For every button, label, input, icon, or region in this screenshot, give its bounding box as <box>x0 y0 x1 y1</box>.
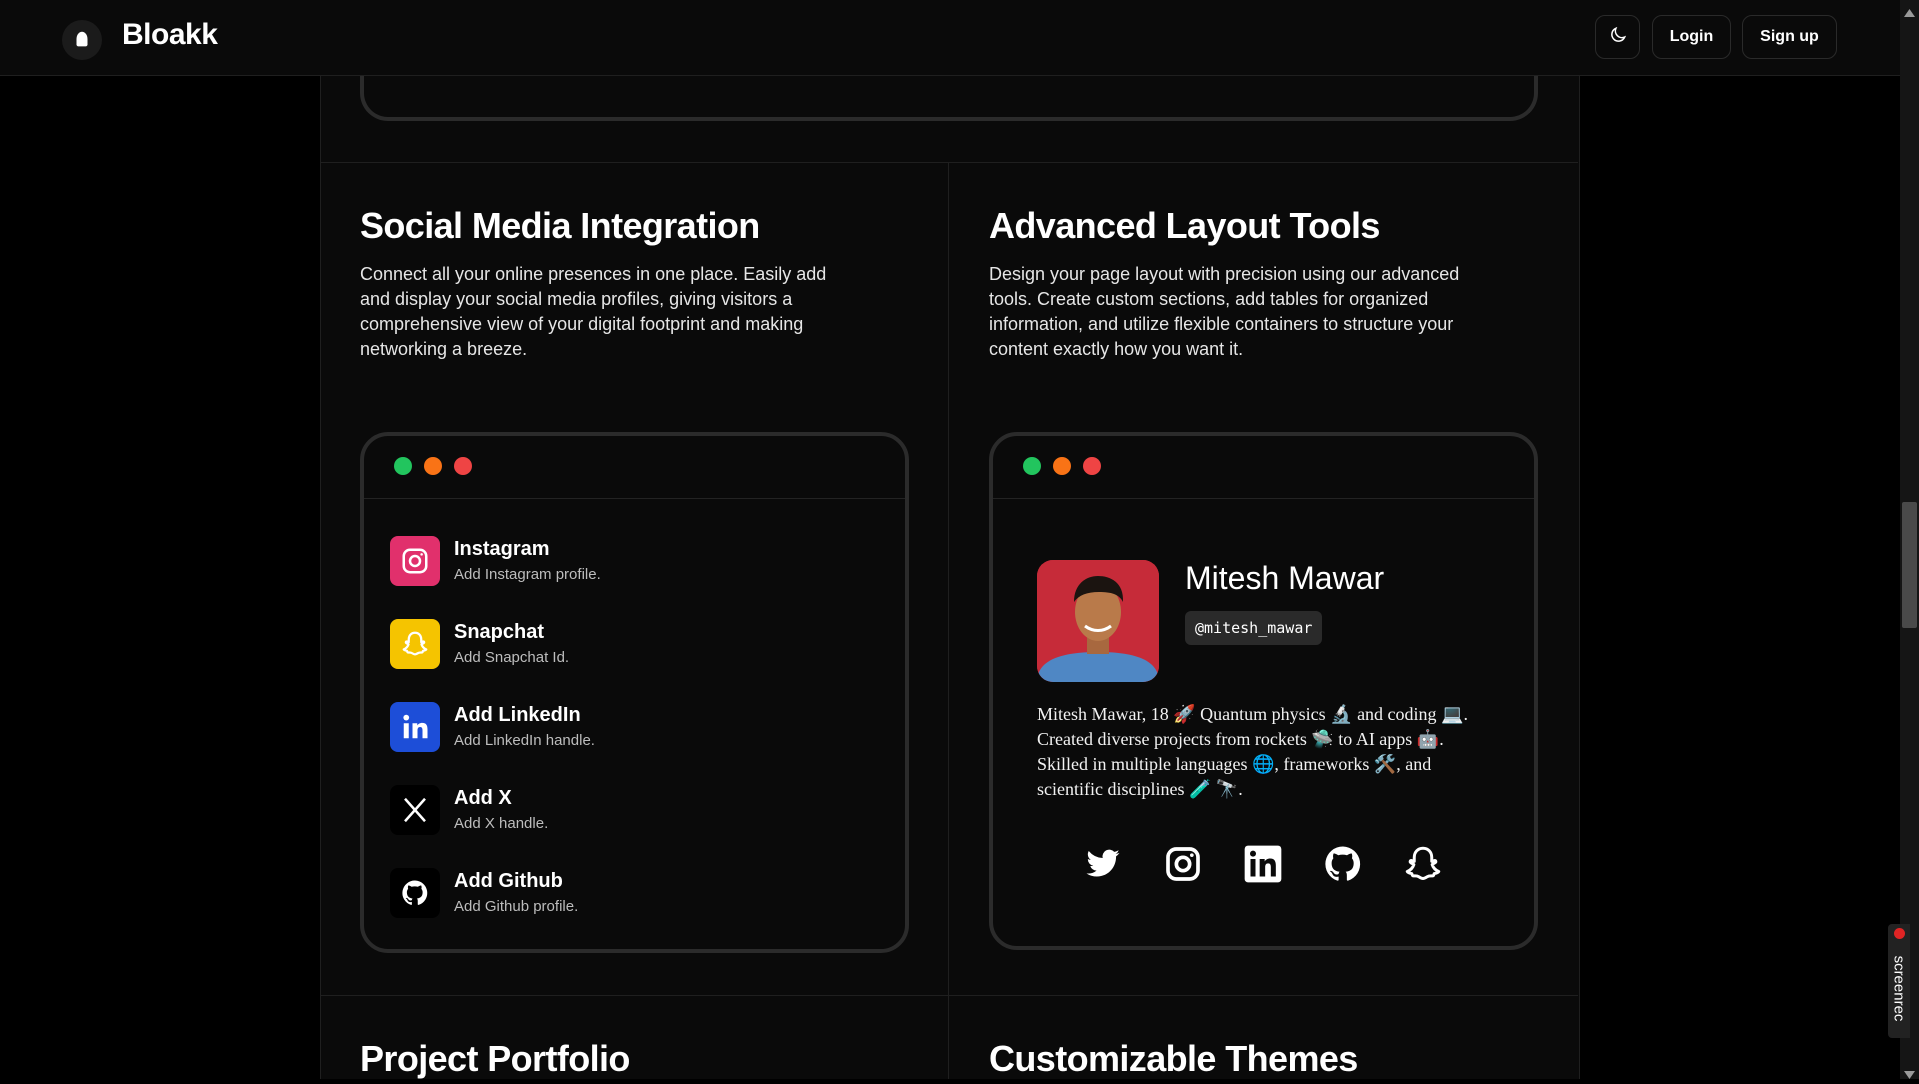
page-scrollbar[interactable] <box>1900 0 1919 1079</box>
social-item-x[interactable]: Add X Add X handle. <box>390 785 890 839</box>
section-desc-layout: Design your page layout with precision u… <box>989 264 1460 359</box>
social-item-title: Instagram <box>454 538 550 560</box>
logo-icon[interactable] <box>62 20 102 60</box>
profile-preview-window: Mitesh Mawar @mitesh_mawar Mitesh Mawar,… <box>989 432 1538 950</box>
top-navbar: Bloakk Login Sign up <box>0 0 1900 76</box>
linkedin-icon[interactable] <box>1241 842 1285 886</box>
scroll-up-arrow-icon[interactable] <box>1904 4 1915 17</box>
section-desc-social: Connect all your online presences in one… <box>360 264 827 359</box>
section-title-portfolio: Project Portfolio <box>360 1038 630 1079</box>
social-item-subtitle: Add Github profile. <box>454 898 579 915</box>
social-item-github[interactable]: Add Github Add Github profile. <box>390 868 890 922</box>
social-item-title: Add LinkedIn <box>454 704 581 726</box>
window-dot-red <box>1083 457 1101 475</box>
window-dot-green <box>394 457 412 475</box>
window-dot-red <box>454 457 472 475</box>
avatar <box>1037 560 1159 682</box>
window-dot-orange <box>1053 457 1071 475</box>
moon-icon <box>1608 25 1628 50</box>
section-title-layout: Advanced Layout Tools <box>989 205 1380 246</box>
social-item-subtitle: Add LinkedIn handle. <box>454 732 595 749</box>
profile-name: Mitesh Mawar <box>1185 560 1385 596</box>
social-item-snapchat[interactable]: Snapchat Add Snapchat Id. <box>390 619 890 673</box>
profile-bio: Mitesh Mawar, 18 🚀 Quantum physics 🔬 and… <box>1037 704 1468 799</box>
brand-name[interactable]: Bloakk <box>122 18 218 52</box>
profile-handle: @mitesh_mawar <box>1185 611 1323 645</box>
social-item-subtitle: Add Snapchat Id. <box>454 649 570 666</box>
social-item-instagram[interactable]: Instagram Add Instagram profile. <box>390 536 890 590</box>
github-icon <box>390 868 440 918</box>
window-dot-green <box>1023 457 1041 475</box>
screenrec-widget[interactable]: screenrec <box>1888 924 1910 1038</box>
social-item-title: Snapchat <box>454 621 545 643</box>
signup-button[interactable]: Sign up <box>1742 15 1837 59</box>
x-icon <box>390 785 440 835</box>
social-item-subtitle: Add X handle. <box>454 815 549 832</box>
grid-divider <box>948 162 949 1079</box>
social-item-linkedin[interactable]: Add LinkedIn Add LinkedIn handle. <box>390 702 890 756</box>
github-icon[interactable] <box>1321 842 1365 886</box>
social-item-title: Add Github <box>454 870 563 892</box>
screenrec-label: screenrec <box>1890 955 1908 1022</box>
scrollbar-thumb[interactable] <box>1902 502 1917 628</box>
social-item-title: Add X <box>454 787 512 809</box>
window-titlebar <box>993 436 1534 499</box>
theme-toggle-button[interactable] <box>1595 15 1640 59</box>
linkedin-icon <box>390 702 440 752</box>
twitter-icon[interactable] <box>1081 842 1125 886</box>
window-titlebar <box>364 436 905 499</box>
social-preview-window: Instagram Add Instagram profile. Snapcha… <box>360 432 909 953</box>
instagram-icon[interactable] <box>1161 842 1205 886</box>
record-icon <box>1894 928 1905 939</box>
social-item-subtitle: Add Instagram profile. <box>454 566 601 583</box>
window-dot-orange <box>424 457 442 475</box>
login-button[interactable]: Login <box>1652 15 1731 59</box>
grid-divider <box>320 162 1578 163</box>
instagram-icon <box>390 536 440 586</box>
section-title-themes: Customizable Themes <box>989 1038 1358 1079</box>
snapchat-icon <box>390 619 440 669</box>
section-title-social: Social Media Integration <box>360 205 760 246</box>
snapchat-icon[interactable] <box>1401 842 1445 886</box>
grid-divider <box>320 995 1578 996</box>
scroll-down-arrow-icon[interactable] <box>1904 1066 1915 1079</box>
